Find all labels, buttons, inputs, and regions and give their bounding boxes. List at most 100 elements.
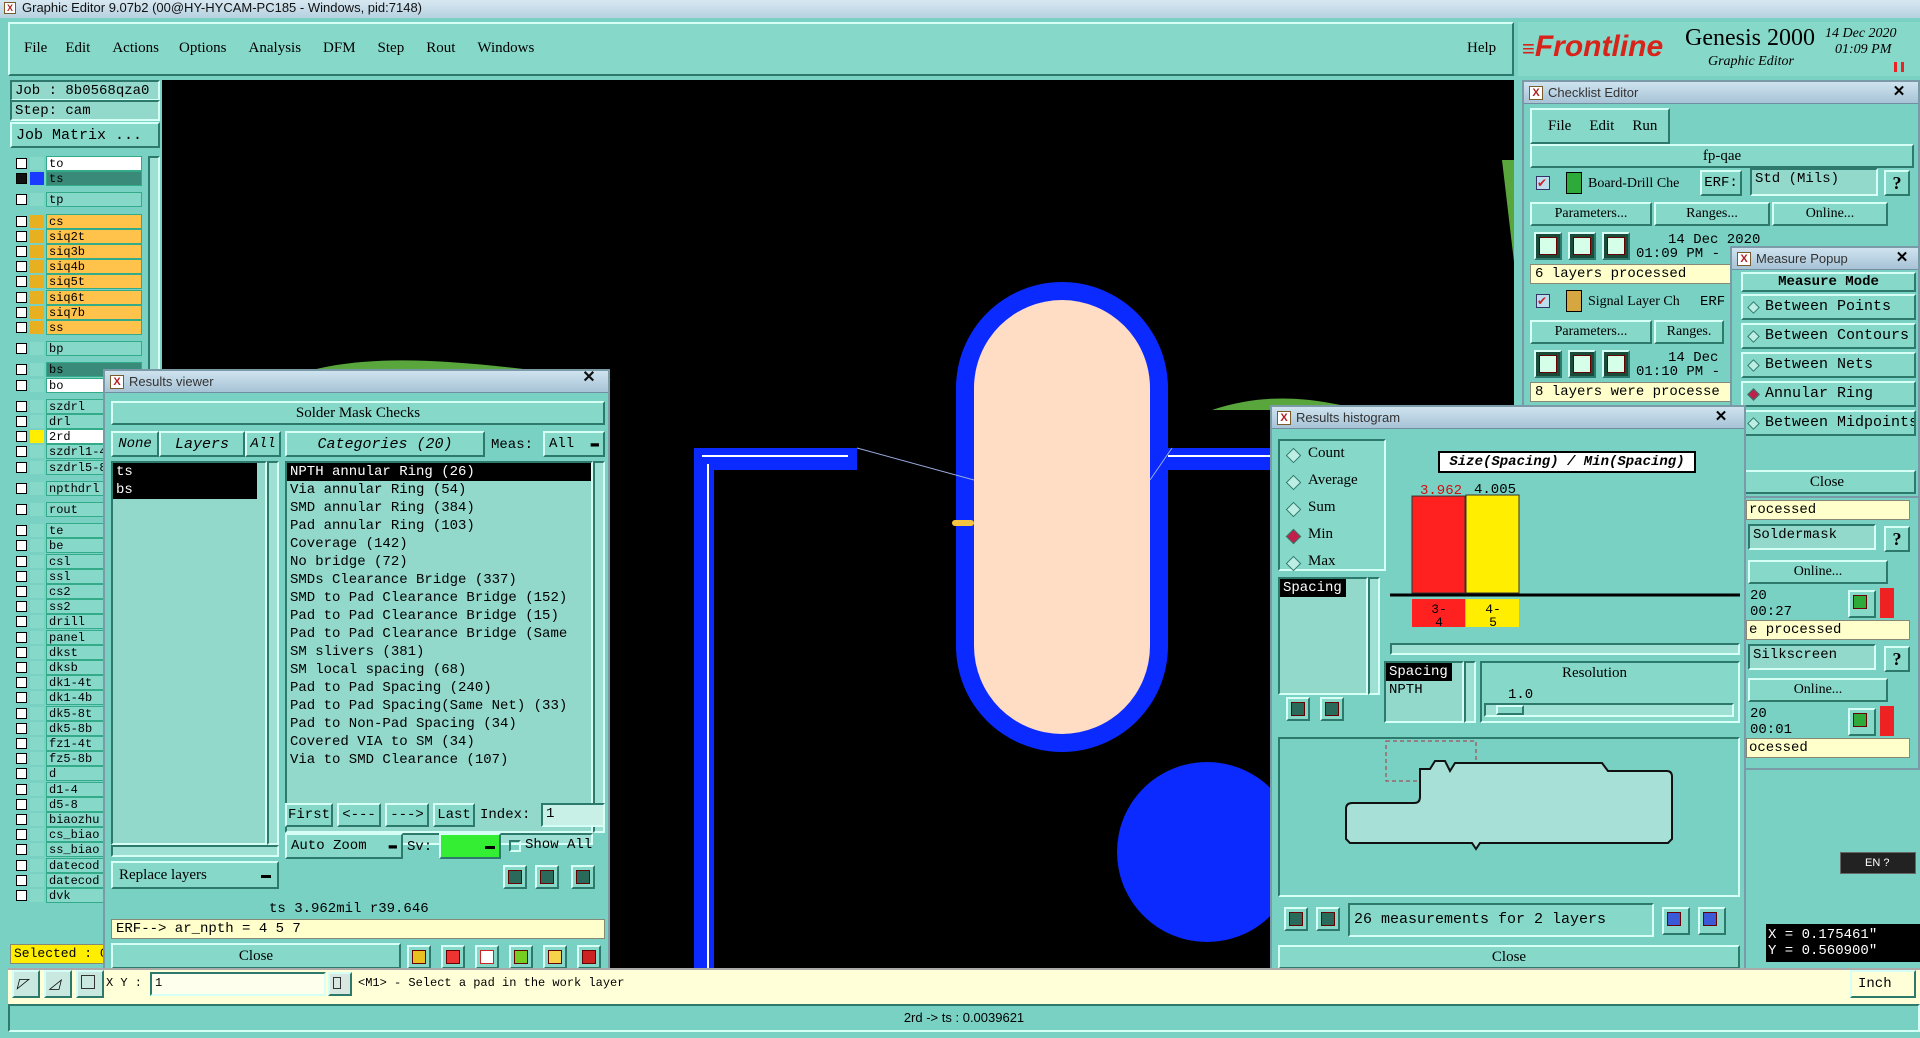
layer-checkbox[interactable] [16,601,27,613]
check1-erf-value[interactable]: Std (Mils) [1750,168,1878,196]
category-item[interactable]: Coverage (142) [287,535,591,553]
check2-enable-checkbox[interactable]: ✔ [1536,294,1550,308]
checklist-menu-file[interactable]: File [1548,118,1571,135]
chart-icon[interactable] [577,945,601,969]
menu-options[interactable]: Options [179,40,227,57]
layer-checkbox[interactable] [16,504,27,515]
chart-hscroll[interactable] [1390,643,1740,655]
result-layer-hscroll[interactable] [111,845,279,857]
layer-checkbox[interactable] [16,814,27,825]
check2-erf-button[interactable]: ERF [1700,294,1725,310]
menu-windows[interactable]: Windows [477,40,534,57]
layer-row[interactable]: bp [12,341,142,357]
board-preview[interactable] [1278,737,1740,897]
meas-dropdown[interactable]: All ▬ [543,431,605,457]
layer-row[interactable]: siq3b [12,244,142,259]
category-list[interactable]: NPTH annular Ring (26) Via annular Ring (… [285,461,593,833]
check1-ranges-button[interactable]: Ranges... [1654,202,1770,226]
check2-parameters-button[interactable]: Parameters... [1530,320,1652,344]
check2-run-all-icon[interactable] [1568,350,1596,378]
undo-icon[interactable] [571,865,595,889]
category-item[interactable]: Pad to Pad Clearance Bridge (15) [287,607,591,625]
category-item[interactable]: Covered VIA to SM (34) [287,733,591,751]
hist-ref-icon[interactable] [1320,697,1344,721]
category-item[interactable]: Via to SMD Clearance (107) [287,751,591,769]
layer-checkbox[interactable] [16,173,27,185]
check1-enable-checkbox[interactable]: ✔ [1536,176,1550,190]
layer-checkbox[interactable] [16,261,27,273]
help-circle-icon[interactable]: ? [1883,857,1889,869]
ref-icon[interactable] [535,865,559,889]
category-item[interactable]: SMD annular Ring (384) [287,499,591,517]
result-layer-scrollbar[interactable] [267,461,279,845]
category-item[interactable]: SM local spacing (68) [287,661,591,679]
category-item[interactable]: Pad to Non-Pad Spacing (34) [287,715,591,733]
run-icon[interactable] [1534,232,1562,260]
layer-checkbox[interactable] [16,768,27,780]
layer-checkbox[interactable] [16,322,27,333]
hist-export-icon[interactable] [1662,907,1690,935]
measure-mode-option[interactable]: Between Contours [1741,323,1916,349]
hist-print-icon[interactable] [1698,907,1726,935]
layer-checkbox[interactable] [16,783,27,795]
category-item[interactable]: SMD to Pad Clearance Bridge (152) [287,589,591,607]
measure-close-x[interactable]: ✕ [1890,248,1914,268]
layer-checkbox[interactable] [16,798,27,810]
category-item[interactable]: Via annular Ring (54) [287,481,591,499]
layer-row[interactable]: siq5t [12,274,142,290]
hist-ref-icon-2[interactable] [1316,907,1340,931]
peek-help-button-2[interactable]: ? [1884,646,1910,672]
prev-button[interactable]: <--- [337,803,381,827]
notes-icon[interactable] [543,945,567,969]
check1-name[interactable]: Board-Drill Che [1588,176,1679,192]
measure-mode-option[interactable]: Between Midpoints [1741,410,1916,436]
check1-parameters-button[interactable]: Parameters... [1530,202,1652,226]
layer-checkbox[interactable] [16,738,27,749]
next-button[interactable]: ---> [385,803,429,827]
results-viewer-close-x[interactable]: ✕ [568,367,610,389]
menu-dfm[interactable]: DFM [323,40,356,57]
check2-name[interactable]: Signal Layer Ch [1588,294,1680,310]
category-item[interactable]: Pad to Pad Spacing (240) [287,679,591,697]
layer-checkbox[interactable] [16,753,27,765]
check2-ranges-button[interactable]: Ranges. [1654,320,1724,344]
layer-checkbox[interactable] [16,570,27,582]
histogram-bar[interactable] [1411,495,1466,594]
layer-checkbox[interactable] [16,379,27,391]
category-item[interactable]: No bridge (72) [287,553,591,571]
replace-layers-dropdown[interactable]: Replace layers ▬ [111,861,279,889]
last-button[interactable]: Last [433,803,475,827]
histogram-close-button[interactable]: Close [1278,945,1740,969]
layer-row[interactable]: siq6t [12,289,142,305]
measure-mode-option[interactable]: Between Points [1741,294,1916,320]
category-item[interactable]: Pad to Pad Spacing(Same Net) (33) [287,697,591,715]
layer-checkbox[interactable] [16,246,27,257]
measure-mode-option[interactable]: Between Nets [1741,352,1916,378]
selection-list[interactable]: Spacing NPTH [1384,661,1464,723]
menu-rout[interactable]: Rout [426,40,455,57]
list-item[interactable]: NPTH [1386,681,1462,699]
checklist-close-x[interactable]: ✕ [1884,82,1914,102]
layer-checkbox[interactable] [16,555,27,567]
first-button[interactable]: First [285,803,333,827]
list-item[interactable]: bs [113,481,257,499]
layer-checkbox[interactable] [16,525,27,537]
layers-button[interactable]: Layers [159,431,245,457]
layer-checkbox[interactable] [16,158,27,169]
hist-del-icon-2[interactable] [1284,907,1308,931]
histogram-close-x[interactable]: ✕ [1706,407,1736,427]
layer-checkbox[interactable] [16,400,27,412]
tool-icon-1[interactable]: ◸ [12,970,40,998]
layer-checkbox[interactable] [16,829,27,841]
stat-radio-max[interactable]: Max [1308,553,1336,570]
layer-checkbox[interactable] [16,306,27,318]
check2-run-icon[interactable] [1534,350,1562,378]
help-menu[interactable]: Help [1467,40,1496,57]
stat-radio-min[interactable]: Min [1308,526,1333,543]
layer-checkbox[interactable] [16,215,27,227]
checklist-menu-edit[interactable]: Edit [1589,118,1614,135]
layer-checkbox[interactable] [16,540,27,552]
xy-options-icon[interactable] [328,972,352,996]
layer-checkbox[interactable] [16,844,27,856]
layer-checkbox[interactable] [16,874,27,886]
